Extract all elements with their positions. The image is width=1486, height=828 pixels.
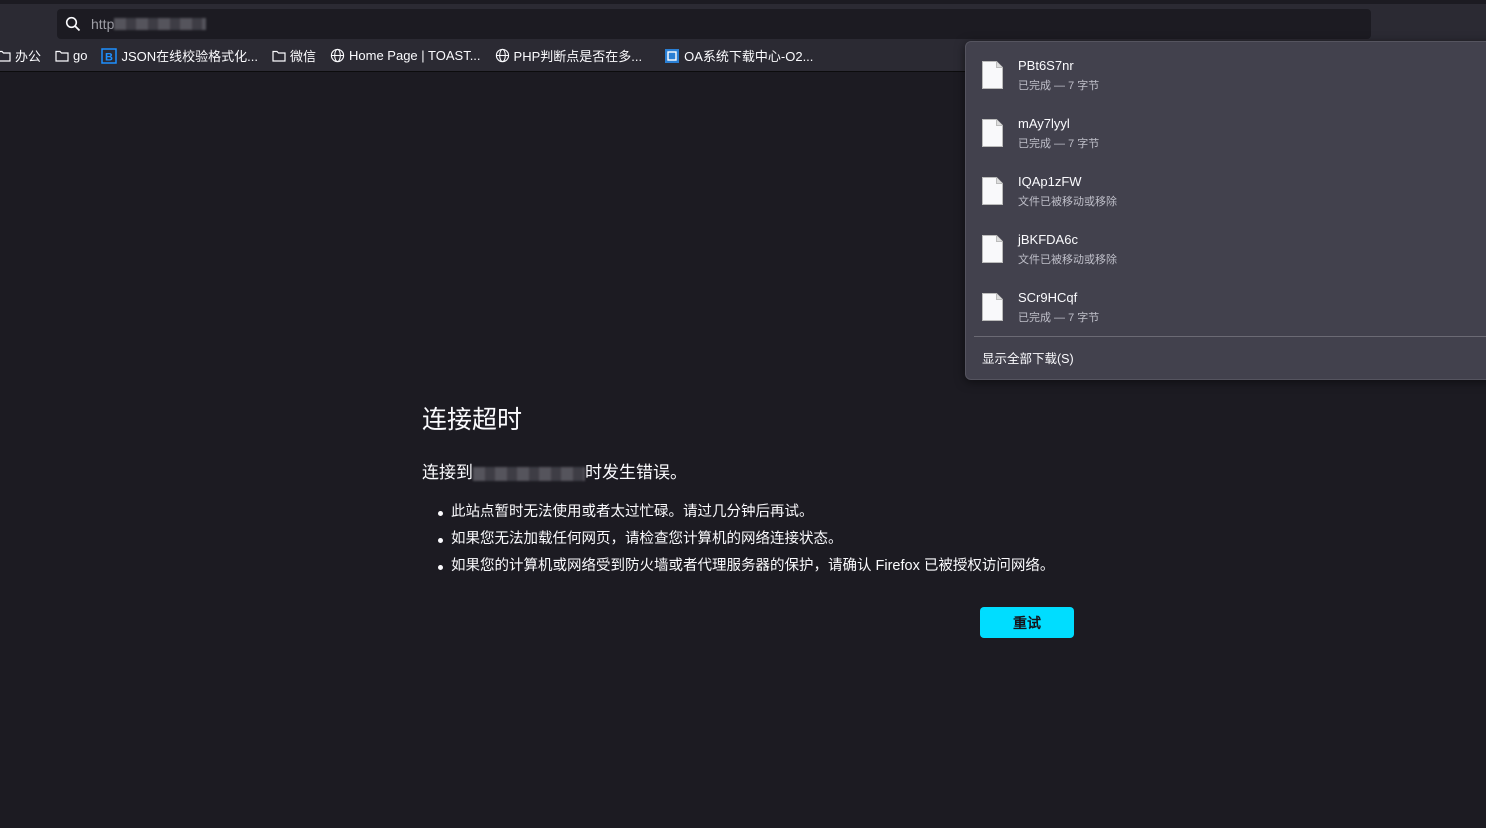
url-bar[interactable]: http [57,9,1371,39]
suggestion-item: 此站点暂时无法使用或者太过忙碌。请过几分钟后再试。 [438,499,1082,526]
show-all-downloads-button[interactable]: 显示全部下载(S) [982,348,1074,367]
bookmark-item[interactable]: B JSON在线校验格式化... [101,46,258,65]
download-status: 已完成 — 7 字节 [1018,311,1100,324]
bookmark-item[interactable]: PHP判断点是否在多... [495,46,643,65]
error-suggestions: 此站点暂时无法使用或者太过忙碌。请过几分钟后再试。 如果您无法加载任何网页，请检… [422,499,1082,580]
bookmark-label: PHP判断点是否在多... [513,49,643,64]
bookmark-item[interactable]: go [55,48,87,63]
download-item[interactable]: PBt6S7nr 已完成 — 7 字节 [982,50,1099,100]
bookmark-label: OA系统下载中心-O2... [684,49,814,64]
download-item[interactable]: IQAp1zFW 文件已被移动或移除 [982,166,1117,216]
download-filename: jBKFDA6c [1018,231,1078,247]
desc-prefix: 连接到 [422,463,473,482]
bookmark-label: 办公 [15,49,42,64]
globe-icon [495,48,510,63]
download-filename: IQAp1zFW [1018,173,1082,189]
globe-icon [330,48,345,63]
desc-suffix: 时发生错误。 [585,463,687,482]
search-icon [65,16,81,32]
error-title: 连接超时 [422,406,523,434]
download-status: 文件已被移动或移除 [1018,253,1117,266]
file-icon [982,235,1003,263]
bookmark-item[interactable]: Home Page | TOAST... [330,48,481,63]
bookmark-item[interactable]: 办公 [0,46,41,65]
download-filename: mAy7lyyl [1018,115,1070,131]
divider [974,336,1486,337]
nav-toolbar: http [0,4,1486,40]
download-filename: SCr9HCqf [1018,289,1078,305]
folder-icon [55,50,69,62]
blurred-url [114,18,207,30]
svg-text:B: B [106,51,114,63]
url-text: http [91,16,115,32]
file-icon [982,293,1003,321]
retry-button[interactable]: 重试 [980,607,1074,638]
oa-icon [664,48,680,64]
suggestion-item: 如果您的计算机或网络受到防火墙或者代理服务器的保护，请确认 Firefox 已被… [438,553,1082,580]
bookmark-item[interactable]: 微信 [272,46,316,65]
bookmark-label: go [73,48,88,63]
download-item[interactable]: jBKFDA6c 文件已被移动或移除 [982,224,1117,274]
file-icon [982,61,1003,89]
bookmark-label: Home Page | TOAST... [349,48,481,63]
file-icon [982,119,1003,147]
file-icon [982,177,1003,205]
bejson-icon: B [101,47,118,64]
error-page: 连接超时 连接到 时发生错误。 此站点暂时无法使用或者太过忙碌。请过几分钟后再试。… [422,400,1082,638]
download-filename: PBt6S7nr [1018,57,1074,73]
folder-icon [0,50,11,62]
download-status: 已完成 — 7 字节 [1018,137,1100,150]
bookmark-item[interactable]: OA系统下载中心-O2... [664,46,813,65]
suggestion-item: 如果您无法加载任何网页，请检查您计算机的网络连接状态。 [438,526,1082,553]
download-item[interactable]: mAy7lyyl 已完成 — 7 字节 [982,108,1099,158]
download-status: 已完成 — 7 字节 [1018,79,1100,92]
blurred-host [473,466,585,481]
bookmark-label: 微信 [290,49,317,64]
download-item[interactable]: SCr9HCqf 已完成 — 7 字节 [982,282,1099,332]
bookmark-label: JSON在线校验格式化... [121,49,258,64]
error-description: 连接到 时发生错误。 [422,458,1082,483]
folder-icon [272,50,286,62]
download-status: 文件已被移动或移除 [1018,195,1117,208]
downloads-panel: 显示全部下载(S) PBt6S7nr 已完成 — 7 字节 mAy7lyyl 已完成 … [965,41,1486,380]
